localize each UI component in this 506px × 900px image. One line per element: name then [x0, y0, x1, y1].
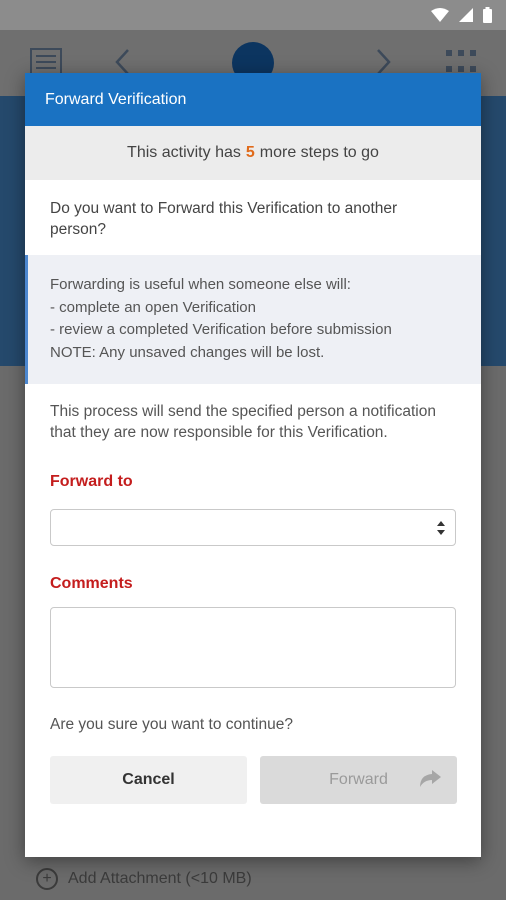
dialog-buttons: Cancel Forward: [25, 742, 481, 804]
status-bar: [0, 0, 506, 30]
forward-verification-dialog: Forward Verification This activity has 5…: [25, 73, 481, 857]
chevron-right-icon: [377, 49, 391, 75]
add-attachment-button[interactable]: + Add Attachment (<10 MB): [36, 868, 252, 890]
cancel-label: Cancel: [122, 771, 175, 788]
background-card-edge: [480, 380, 506, 860]
comments-textarea[interactable]: [50, 607, 456, 688]
wifi-icon: [431, 8, 449, 22]
steps-count: 5: [245, 144, 255, 161]
select-caret-icon: [437, 521, 445, 535]
chevron-left-icon: [115, 49, 129, 75]
forward-arrow-icon: [420, 770, 441, 787]
cancel-button[interactable]: Cancel: [50, 756, 247, 804]
dialog-title: Forward Verification: [45, 90, 187, 108]
forward-label: Forward: [329, 771, 388, 788]
steps-prefix: This activity has: [127, 144, 241, 161]
list-icon: [30, 48, 62, 76]
apps-grid-icon: [446, 50, 476, 72]
steps-banner: This activity has 5 more steps to go: [25, 126, 481, 180]
add-attachment-label: Add Attachment (<10 MB): [68, 870, 252, 887]
dialog-header: Forward Verification: [25, 73, 481, 126]
comments-label: Comments: [50, 575, 133, 592]
forward-question: Do you want to Forward this Verification…: [50, 200, 398, 238]
process-description: This process will send the specified per…: [50, 403, 436, 441]
info-line: NOTE: Any unsaved changes will be lost.: [50, 343, 325, 361]
steps-suffix: more steps to go: [259, 144, 379, 161]
confirm-question: Are you sure you want to continue?: [50, 716, 293, 733]
forward-to-label: Forward to: [50, 473, 133, 490]
info-line: Forwarding is useful when someone else w…: [50, 276, 351, 293]
forward-to-select[interactable]: [50, 509, 456, 546]
forward-button[interactable]: Forward: [260, 756, 457, 804]
signal-icon: [459, 8, 473, 22]
info-box: Forwarding is useful when someone else w…: [25, 255, 481, 384]
plus-icon: +: [36, 868, 58, 890]
info-line: - review a completed Verification before…: [50, 321, 392, 338]
battery-icon: [483, 7, 492, 23]
info-line: - complete an open Verification: [50, 298, 256, 316]
